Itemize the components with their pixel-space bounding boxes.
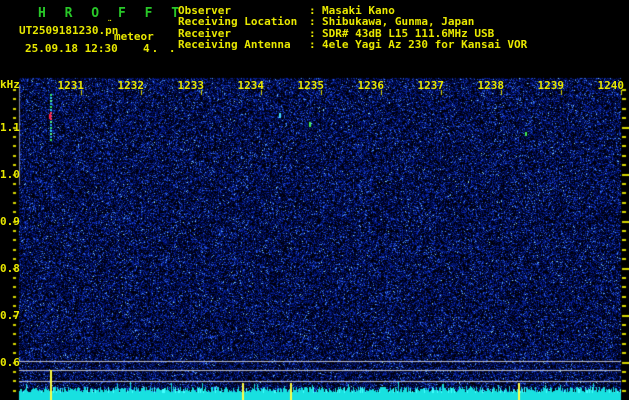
filename: UT2509181230.pn [19, 24, 119, 37]
x-tick-label: 1232 [117, 79, 145, 92]
x-tick-label: 1234 [237, 79, 265, 92]
x-tick-label: 1233 [177, 79, 205, 92]
y-tick-label: 0.8 [0, 262, 20, 275]
echo-count-marks: 4. . [143, 42, 178, 55]
x-tick-label: 1236 [357, 79, 385, 92]
x-tick-label: 1235 [297, 79, 325, 92]
spectrogram-canvas [0, 70, 629, 400]
y-tick-label: 1.1 [0, 121, 20, 134]
y-tick-label: 0.6 [0, 356, 20, 369]
x-tick-label: 1231 [57, 79, 85, 92]
app-title: H R O F F T [38, 6, 185, 21]
y-tick-label: 0.7 [0, 309, 20, 322]
observation-datetime: 25.09.18 12:30 [25, 42, 118, 55]
info-value: 4ele Yagi Az 230 for Kansai VOR [322, 38, 528, 52]
x-tick-label: 1237 [417, 79, 445, 92]
info-label: Receiving Antenna [178, 38, 291, 52]
x-tick-label: 1239 [537, 79, 565, 92]
info-row-receiving-antenna: Receiving Antenna:4ele Yagi Az 230 for K… [178, 38, 528, 52]
info-colon: : [309, 38, 316, 52]
hrofft-output-image: H R O F F T UT2509181230.pn ¨ meteor 25.… [0, 0, 629, 400]
x-tick-label: 1240 [597, 79, 625, 92]
y-tick-label: 1.0 [0, 168, 20, 181]
observer-info-block: Observer: Masaki Kano Receiving Location: S… [178, 5, 527, 51]
x-tick-label: 1238 [477, 79, 505, 92]
y-axis-unit: kHz [0, 78, 20, 91]
filename-artifact: ¨ [107, 20, 113, 30]
y-tick-label: 0.9 [0, 215, 20, 228]
